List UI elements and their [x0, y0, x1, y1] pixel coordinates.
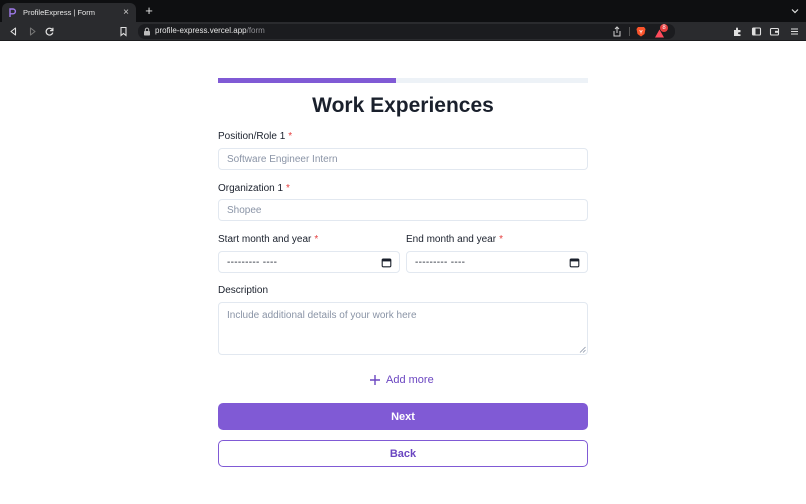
browser-tab-active[interactable]: ProfileExpress | Form ×: [2, 3, 136, 22]
rewards-badge: 8: [660, 24, 668, 32]
forward-arrow-icon[interactable]: [27, 26, 38, 37]
page-title: Work Experiences: [312, 94, 494, 117]
address-bar[interactable]: profile-express.vercel.app/form 8: [138, 24, 675, 39]
tab-list-chevron-down-icon[interactable]: [790, 6, 800, 16]
profileexpress-logo-icon: [7, 7, 17, 18]
resize-handle-icon[interactable]: [579, 346, 586, 353]
position-label-text: Position/Role 1: [218, 131, 286, 142]
tab-close-icon[interactable]: ×: [121, 7, 131, 18]
browser-tab-strip: ProfileExpress | Form × +: [0, 0, 806, 22]
brave-rewards-button[interactable]: 8: [654, 24, 668, 38]
address-bar-divider: [629, 27, 630, 36]
position-placeholder: Software Engineer Intern: [227, 153, 338, 165]
required-marker: *: [314, 234, 319, 245]
calendar-icon[interactable]: [381, 257, 392, 268]
required-marker: *: [286, 183, 290, 194]
add-more-button[interactable]: Add more: [369, 372, 434, 388]
bookmark-icon[interactable]: [118, 26, 129, 37]
end-date-input[interactable]: --------- ----: [406, 251, 588, 273]
description-textarea[interactable]: Include additional details of your work …: [218, 302, 588, 355]
back-arrow-icon[interactable]: [8, 26, 19, 37]
required-marker: *: [499, 234, 503, 245]
reload-icon[interactable]: [44, 26, 55, 37]
end-date-label: End month and year *: [406, 234, 503, 245]
brave-shields-icon[interactable]: [636, 26, 646, 37]
form-progress-fill: [218, 78, 396, 83]
position-input[interactable]: Software Engineer Intern: [218, 148, 588, 170]
calendar-icon[interactable]: [569, 257, 580, 268]
sidebar-icon[interactable]: [751, 26, 762, 37]
plus-icon: [370, 375, 380, 385]
description-label-text: Description: [218, 285, 269, 296]
url-path: /form: [246, 26, 265, 35]
organization-placeholder: Shopee: [227, 204, 262, 216]
tab-title: ProfileExpress | Form: [23, 8, 95, 17]
start-date-label: Start month and year *: [218, 234, 318, 245]
position-label: Position/Role 1 *: [218, 131, 292, 142]
next-button[interactable]: Next: [218, 403, 588, 430]
share-icon[interactable]: [612, 26, 622, 37]
back-button[interactable]: Back: [218, 440, 588, 467]
new-tab-plus-icon[interactable]: +: [143, 4, 155, 18]
browser-toolbar: profile-express.vercel.app/form 8: [0, 22, 806, 41]
start-date-label-text: Start month and year: [218, 234, 312, 245]
url-host: profile-express.vercel.app: [155, 26, 247, 35]
form-progress-bar: [218, 78, 588, 83]
organization-label: Organization 1 *: [218, 183, 290, 194]
required-marker: *: [288, 131, 293, 142]
description-placeholder: Include additional details of your work …: [227, 310, 417, 321]
lock-icon: [144, 27, 150, 36]
url-text: profile-express.vercel.app/form: [155, 26, 265, 35]
add-more-label: Add more: [386, 374, 434, 386]
end-date-label-text: End month and year: [406, 234, 497, 245]
organization-label-text: Organization 1: [218, 183, 284, 194]
extensions-puzzle-icon[interactable]: [732, 26, 743, 37]
description-label: Description: [218, 285, 268, 296]
start-date-value: --------- ----: [227, 256, 278, 268]
menu-hamburger-icon[interactable]: [789, 26, 800, 37]
organization-input[interactable]: Shopee: [218, 199, 588, 221]
wallet-icon[interactable]: [769, 26, 780, 37]
start-date-input[interactable]: --------- ----: [218, 251, 400, 273]
end-date-value: --------- ----: [415, 256, 466, 268]
